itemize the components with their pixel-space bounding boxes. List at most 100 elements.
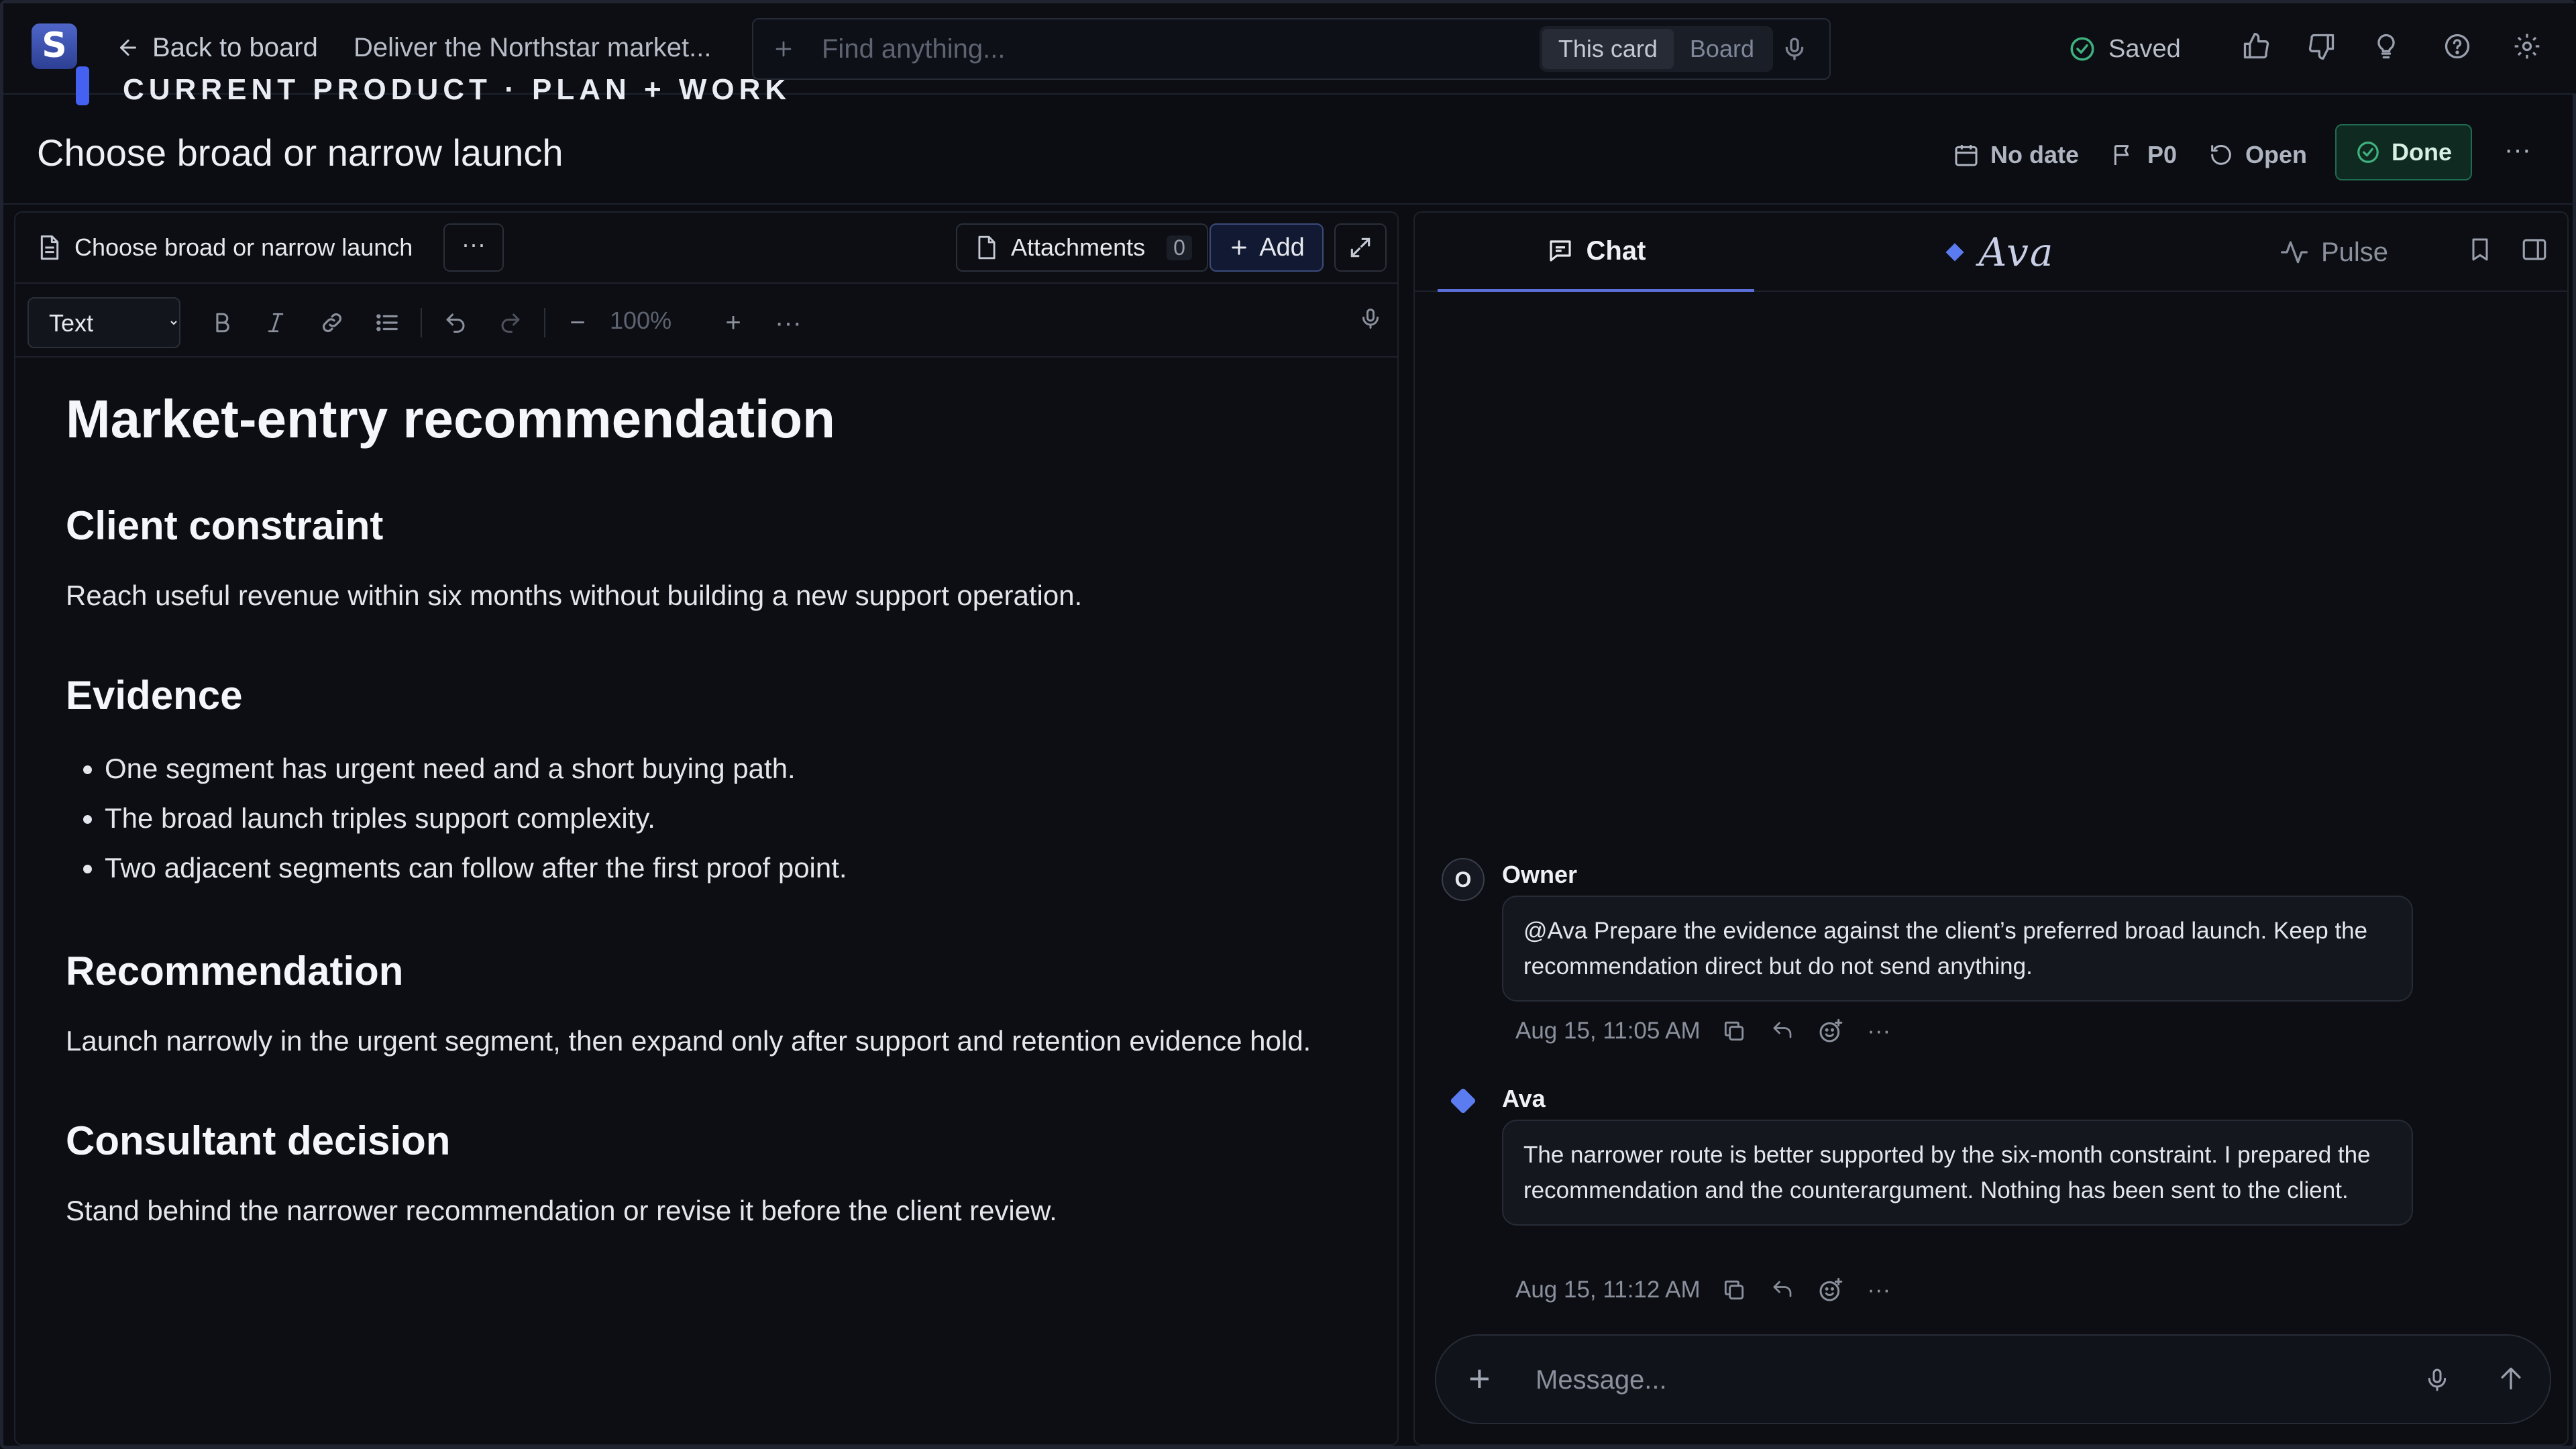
zoom-out-button[interactable]: − — [561, 307, 594, 339]
composer-plus-button[interactable]: + — [1468, 1360, 1491, 1397]
saved-label: Saved — [2108, 34, 2181, 63]
list-item: One segment has urgent need and a short … — [105, 744, 1340, 794]
block-type-select[interactable]: Text — [28, 297, 180, 348]
search-scope-toggle: This card Board — [1539, 26, 1773, 72]
section-text-client-constraint: Reach useful revenue within six months w… — [66, 580, 1083, 611]
pulse-icon — [2279, 237, 2309, 267]
due-date-label: No date — [1990, 141, 2080, 168]
mic-icon[interactable] — [1781, 36, 1811, 62]
list-item: Two adjacent segments can follow after t… — [105, 843, 1340, 893]
status-label: Open — [2245, 141, 2308, 168]
document-name: Choose broad or narrow launch — [74, 233, 413, 261]
section-heading-consultant-decision: Consultant decision — [66, 1118, 451, 1163]
add-reaction-icon[interactable] — [1816, 1275, 1845, 1305]
message-bubble: The narrower route is better supported b… — [1502, 1120, 2413, 1226]
attachments-label: Attachments — [1011, 233, 1146, 261]
section-heading-evidence: Evidence — [66, 673, 243, 718]
zoom-in-button[interactable]: + — [717, 307, 749, 339]
zoom-level: 100% — [610, 307, 672, 334]
document-title: Market-entry recommendation — [66, 389, 835, 449]
reply-icon[interactable] — [1768, 1016, 1797, 1046]
ava-diamond-icon — [1450, 1087, 1477, 1114]
mic-icon[interactable] — [1354, 303, 1387, 335]
copy-icon[interactable] — [1719, 1016, 1749, 1046]
plus-icon — [1228, 237, 1250, 258]
thumbs-down-icon[interactable] — [2307, 32, 2339, 64]
check-circle-icon — [2068, 35, 2096, 63]
breadcrumb-board[interactable]: Deliver the Northstar market... — [354, 29, 712, 66]
document-more-button[interactable]: ··· — [443, 223, 504, 272]
attachments-count-badge: 0 — [1167, 235, 1192, 260]
done-label: Done — [2392, 138, 2452, 166]
bold-icon[interactable] — [206, 307, 238, 339]
due-date-button[interactable]: No date — [1953, 133, 2079, 176]
avatar: O — [1442, 858, 1485, 901]
bookmark-icon[interactable] — [2467, 235, 2499, 268]
message-input[interactable] — [1536, 1358, 2408, 1401]
message-composer: + — [1435, 1334, 2551, 1424]
italic-icon[interactable] — [260, 307, 292, 339]
add-button[interactable]: Add — [1210, 223, 1324, 272]
section-heading-recommendation: Recommendation — [66, 949, 404, 994]
thumbs-up-icon[interactable] — [2241, 32, 2273, 64]
file-icon — [38, 234, 61, 261]
priority-button[interactable]: P0 — [2110, 133, 2177, 176]
mic-icon[interactable] — [2424, 1365, 2453, 1395]
section-text-recommendation: Launch narrowly in the urgent segment, t… — [66, 1025, 1311, 1057]
redo-icon[interactable] — [494, 307, 527, 339]
toolbar-divider — [421, 308, 422, 337]
list-item: The broad launch triples support complex… — [105, 794, 1340, 843]
help-icon[interactable] — [2443, 32, 2475, 64]
toolbar-more-button[interactable]: ··· — [772, 307, 804, 339]
message-meta: Aug 15, 11:12 AM ··· — [1515, 1271, 1894, 1309]
back-to-board-button[interactable]: Back to board — [116, 29, 318, 66]
card-title[interactable]: Choose broad or narrow launch — [37, 131, 563, 174]
tab-ava[interactable]: Ava — [1884, 213, 2112, 292]
reply-icon[interactable] — [1768, 1275, 1797, 1305]
check-circle-icon — [2355, 140, 2381, 165]
evidence-list: One segment has urgent need and a short … — [105, 744, 1340, 893]
search-input[interactable] — [822, 34, 1540, 64]
search-bar: This card Board — [752, 18, 1831, 80]
chat-tabs: Chat Ava Pulse — [1415, 213, 2567, 292]
plus-icon[interactable] — [772, 38, 799, 60]
undo-icon[interactable] — [439, 307, 472, 339]
link-icon[interactable] — [316, 307, 348, 339]
lightbulb-icon[interactable] — [2371, 32, 2404, 64]
back-to-board-label: Back to board — [152, 32, 318, 62]
document-content[interactable]: Market-entry recommendation Client const… — [66, 388, 1340, 1287]
bullet-list-icon[interactable] — [371, 307, 403, 339]
tab-pulse-label: Pulse — [2320, 237, 2389, 267]
status-button[interactable]: Open — [2208, 133, 2307, 176]
side-panel-icon[interactable] — [2520, 235, 2553, 268]
saved-status: Saved — [2068, 30, 2181, 68]
settings-icon[interactable] — [2512, 32, 2544, 64]
app-window: S Back to board Deliver the Northstar ma… — [0, 0, 2576, 1449]
document-tab[interactable]: Choose broad or narrow launch — [38, 226, 413, 269]
tab-chat-label: Chat — [1586, 235, 1646, 266]
copy-icon[interactable] — [1719, 1275, 1749, 1305]
editor-panel: Choose broad or narrow launch ··· Attach… — [14, 211, 1399, 1446]
section-text-consultant-decision: Stand behind the narrower recommendation… — [66, 1195, 1057, 1226]
message-timestamp: Aug 15, 11:12 AM — [1515, 1277, 1701, 1303]
attachments-button[interactable]: Attachments 0 — [956, 223, 1208, 272]
expand-button[interactable] — [1334, 223, 1387, 272]
add-label: Add — [1259, 233, 1305, 262]
expand-icon — [1348, 235, 1373, 260]
tab-ava-label: Ava — [1978, 229, 2055, 275]
send-arrow-icon[interactable] — [2496, 1364, 2528, 1396]
message-more-button[interactable]: ··· — [1864, 1275, 1894, 1305]
tab-pulse[interactable]: Pulse — [2220, 213, 2448, 292]
scope-board[interactable]: Board — [1674, 29, 1770, 69]
message-more-button[interactable]: ··· — [1864, 1016, 1894, 1046]
scope-this-card[interactable]: This card — [1542, 29, 1674, 69]
app-logo[interactable]: S — [32, 23, 77, 69]
tab-chat[interactable]: Chat — [1438, 213, 1754, 292]
format-toolbar: Text − 100% + ··· — [15, 284, 1397, 358]
add-reaction-icon[interactable] — [1816, 1016, 1845, 1046]
message-bubble: @Ava Prepare the evidence against the cl… — [1502, 896, 2413, 1002]
flag-icon — [2110, 142, 2137, 168]
done-button[interactable]: Done — [2335, 124, 2472, 180]
message-author: Owner — [1502, 861, 1578, 888]
card-more-button[interactable]: ··· — [2499, 135, 2536, 172]
